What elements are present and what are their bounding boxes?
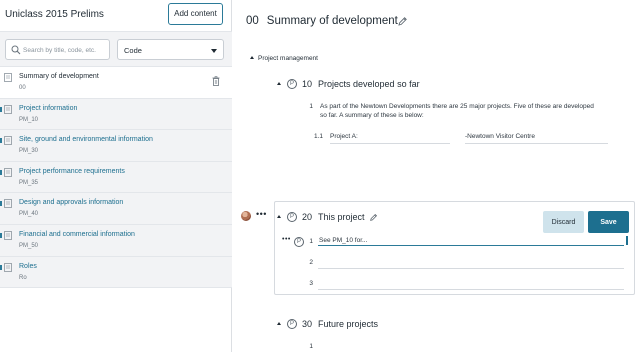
document-icon [4, 199, 12, 209]
line-number: 1 [309, 238, 313, 245]
save-button[interactable]: Save [588, 211, 629, 233]
line-number: 1 [309, 343, 313, 350]
clause-10-heading[interactable]: P 10 Projects developed so far [277, 79, 420, 89]
document-icon [4, 231, 12, 240]
sidebar-item-roles[interactable]: Roles Ro [0, 256, 232, 289]
search-box[interactable] [5, 39, 110, 60]
trash-icon[interactable] [212, 76, 220, 86]
clause-line-input[interactable] [318, 235, 624, 246]
clause-text-line: so far. A summary of these is below: [320, 112, 424, 119]
chevron-down-icon [211, 49, 217, 53]
page-title: 00 Summary of development [246, 15, 398, 27]
selection-marker [0, 201, 2, 207]
sidebar-item-code: 00 [19, 85, 26, 91]
document-icon [4, 262, 12, 272]
more-options-icon[interactable]: ••• [256, 209, 267, 219]
document-icon [4, 73, 12, 82]
sub-value: -Newtown Visitor Centre [465, 133, 535, 140]
sidebar-item-label: Summary of development [19, 73, 99, 80]
section-label: Project management [258, 55, 318, 62]
p-badge-icon: P [287, 79, 297, 89]
selection-marker [0, 232, 2, 238]
sidebar-item-label: Project performance requirements [19, 167, 125, 175]
clause-text-line: As part of the Newtown Developments ther… [320, 103, 594, 110]
page-title-text: Summary of development [266, 15, 398, 27]
p-badge-icon: P [287, 319, 297, 329]
sidebar-item-label: Project information [19, 104, 78, 112]
sidebar-item-project-performance[interactable]: Project performance requirements PM_35 [0, 161, 232, 194]
add-content-button[interactable]: Add content [168, 3, 223, 25]
line-number: 1 [309, 103, 313, 110]
clause-30-heading[interactable]: P 30 Future projects [277, 319, 378, 329]
sidebar-item-code: PM_50 [19, 242, 39, 249]
code-select-value: Code [124, 46, 142, 55]
text-cursor [626, 236, 628, 245]
clause-number: 20 [302, 212, 313, 222]
more-options-icon[interactable]: ••• [282, 236, 291, 243]
sidebar-item-financial-commercial[interactable]: Financial and commercial information PM_… [0, 224, 232, 257]
pencil-icon[interactable] [369, 213, 378, 222]
divider [465, 143, 608, 144]
pencil-icon[interactable] [397, 16, 408, 27]
selection-marker [0, 264, 2, 270]
sidebar-item-code: PM_30 [19, 148, 39, 155]
sidebar-item-summary-of-development[interactable]: Summary of development 00 [0, 67, 232, 99]
avatar [241, 211, 251, 221]
document-icon [4, 136, 12, 146]
selection-marker [0, 106, 2, 112]
clause-title: Projects developed so far [318, 79, 420, 89]
sub-number: 1.1 [314, 133, 324, 140]
selection-marker [0, 169, 2, 175]
divider [330, 143, 450, 144]
main-content: 00 Summary of development Project managem… [232, 0, 640, 352]
clause-number: 30 [302, 319, 313, 329]
collapse-triangle-icon[interactable] [250, 55, 254, 59]
clause-number: 10 [302, 79, 313, 89]
blank-line[interactable] [318, 268, 624, 269]
sidebar-item-code: Ro [19, 274, 27, 281]
clause-title: Future projects [318, 319, 379, 329]
sidebar-item-code: PM_40 [19, 211, 39, 218]
sub-label: Project A: [330, 133, 358, 140]
sidebar-item-label: Roles [19, 262, 37, 270]
collapse-triangle-icon[interactable] [277, 81, 281, 85]
clause-title: This project [318, 212, 365, 222]
blank-line[interactable] [318, 289, 624, 290]
sidebar-item-site-ground[interactable]: Site, ground and environmental informati… [0, 130, 232, 162]
sidebar-item-label: Financial and commercial information [19, 230, 135, 238]
discard-button[interactable]: Discard [543, 211, 584, 233]
p-badge-icon: P [287, 212, 297, 222]
sidebar-list: Summary of development 00 Project inform… [0, 67, 232, 289]
search-icon [11, 45, 21, 55]
sidebar-item-project-information[interactable]: Project information PM_10 [0, 98, 232, 131]
page-title-number: 00 [246, 15, 259, 27]
sidebar-item-code: PM_35 [19, 179, 39, 186]
sidebar-item-label: Design and approvals information [19, 199, 124, 207]
sidebar-item-label: Site, ground and environmental informati… [19, 136, 153, 144]
document-icon [4, 104, 12, 114]
sidebar-item-code: PM_10 [19, 116, 39, 123]
code-select[interactable]: Code [117, 39, 224, 60]
collapse-triangle-icon[interactable] [277, 321, 281, 325]
collapse-triangle-icon[interactable] [277, 214, 281, 218]
section-project-management[interactable]: Project management [250, 55, 318, 62]
line-number: 3 [309, 280, 313, 287]
line-number: 2 [309, 259, 313, 266]
sidebar: Uniclass 2015 Prelims Add content Code S… [0, 0, 232, 352]
clause-20-heading[interactable]: P 20 This project [277, 212, 378, 222]
filter-bar: Code [0, 31, 232, 67]
sidebar-title: Uniclass 2015 Prelims [5, 9, 104, 20]
search-input[interactable] [23, 43, 107, 57]
selection-marker [0, 138, 2, 144]
sidebar-header: Uniclass 2015 Prelims Add content [0, 0, 232, 31]
sidebar-item-design-approvals[interactable]: Design and approvals information PM_40 [0, 193, 232, 225]
document-icon [4, 167, 12, 177]
